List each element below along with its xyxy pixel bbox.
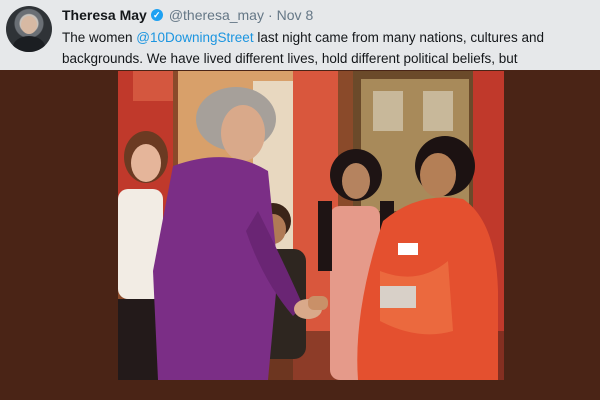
tweet-text-line: backgrounds. We have lived different liv…	[62, 51, 518, 66]
author-name[interactable]: Theresa May	[62, 7, 147, 23]
tweet-text-part: last night came from many nations, cultu…	[253, 30, 544, 45]
tweet-text: The women @10DowningStreet last night ca…	[62, 27, 598, 69]
author-handle[interactable]: @theresa_may	[169, 7, 264, 23]
tweet-text-part: The women	[62, 30, 137, 45]
avatar[interactable]	[6, 6, 52, 52]
mention-link[interactable]: @10DowningStreet	[136, 30, 253, 45]
tweet-author-row: Theresa May ✓ @theresa_may · Nov 8	[62, 5, 313, 25]
photo-illustration	[118, 71, 504, 380]
tweet-photo[interactable]	[118, 71, 504, 380]
tweet-date[interactable]: Nov 8	[277, 7, 314, 23]
tweet-header: Theresa May ✓ @theresa_may · Nov 8 The w…	[0, 0, 600, 70]
verified-check-icon: ✓	[150, 9, 163, 21]
separator: ·	[267, 7, 273, 23]
